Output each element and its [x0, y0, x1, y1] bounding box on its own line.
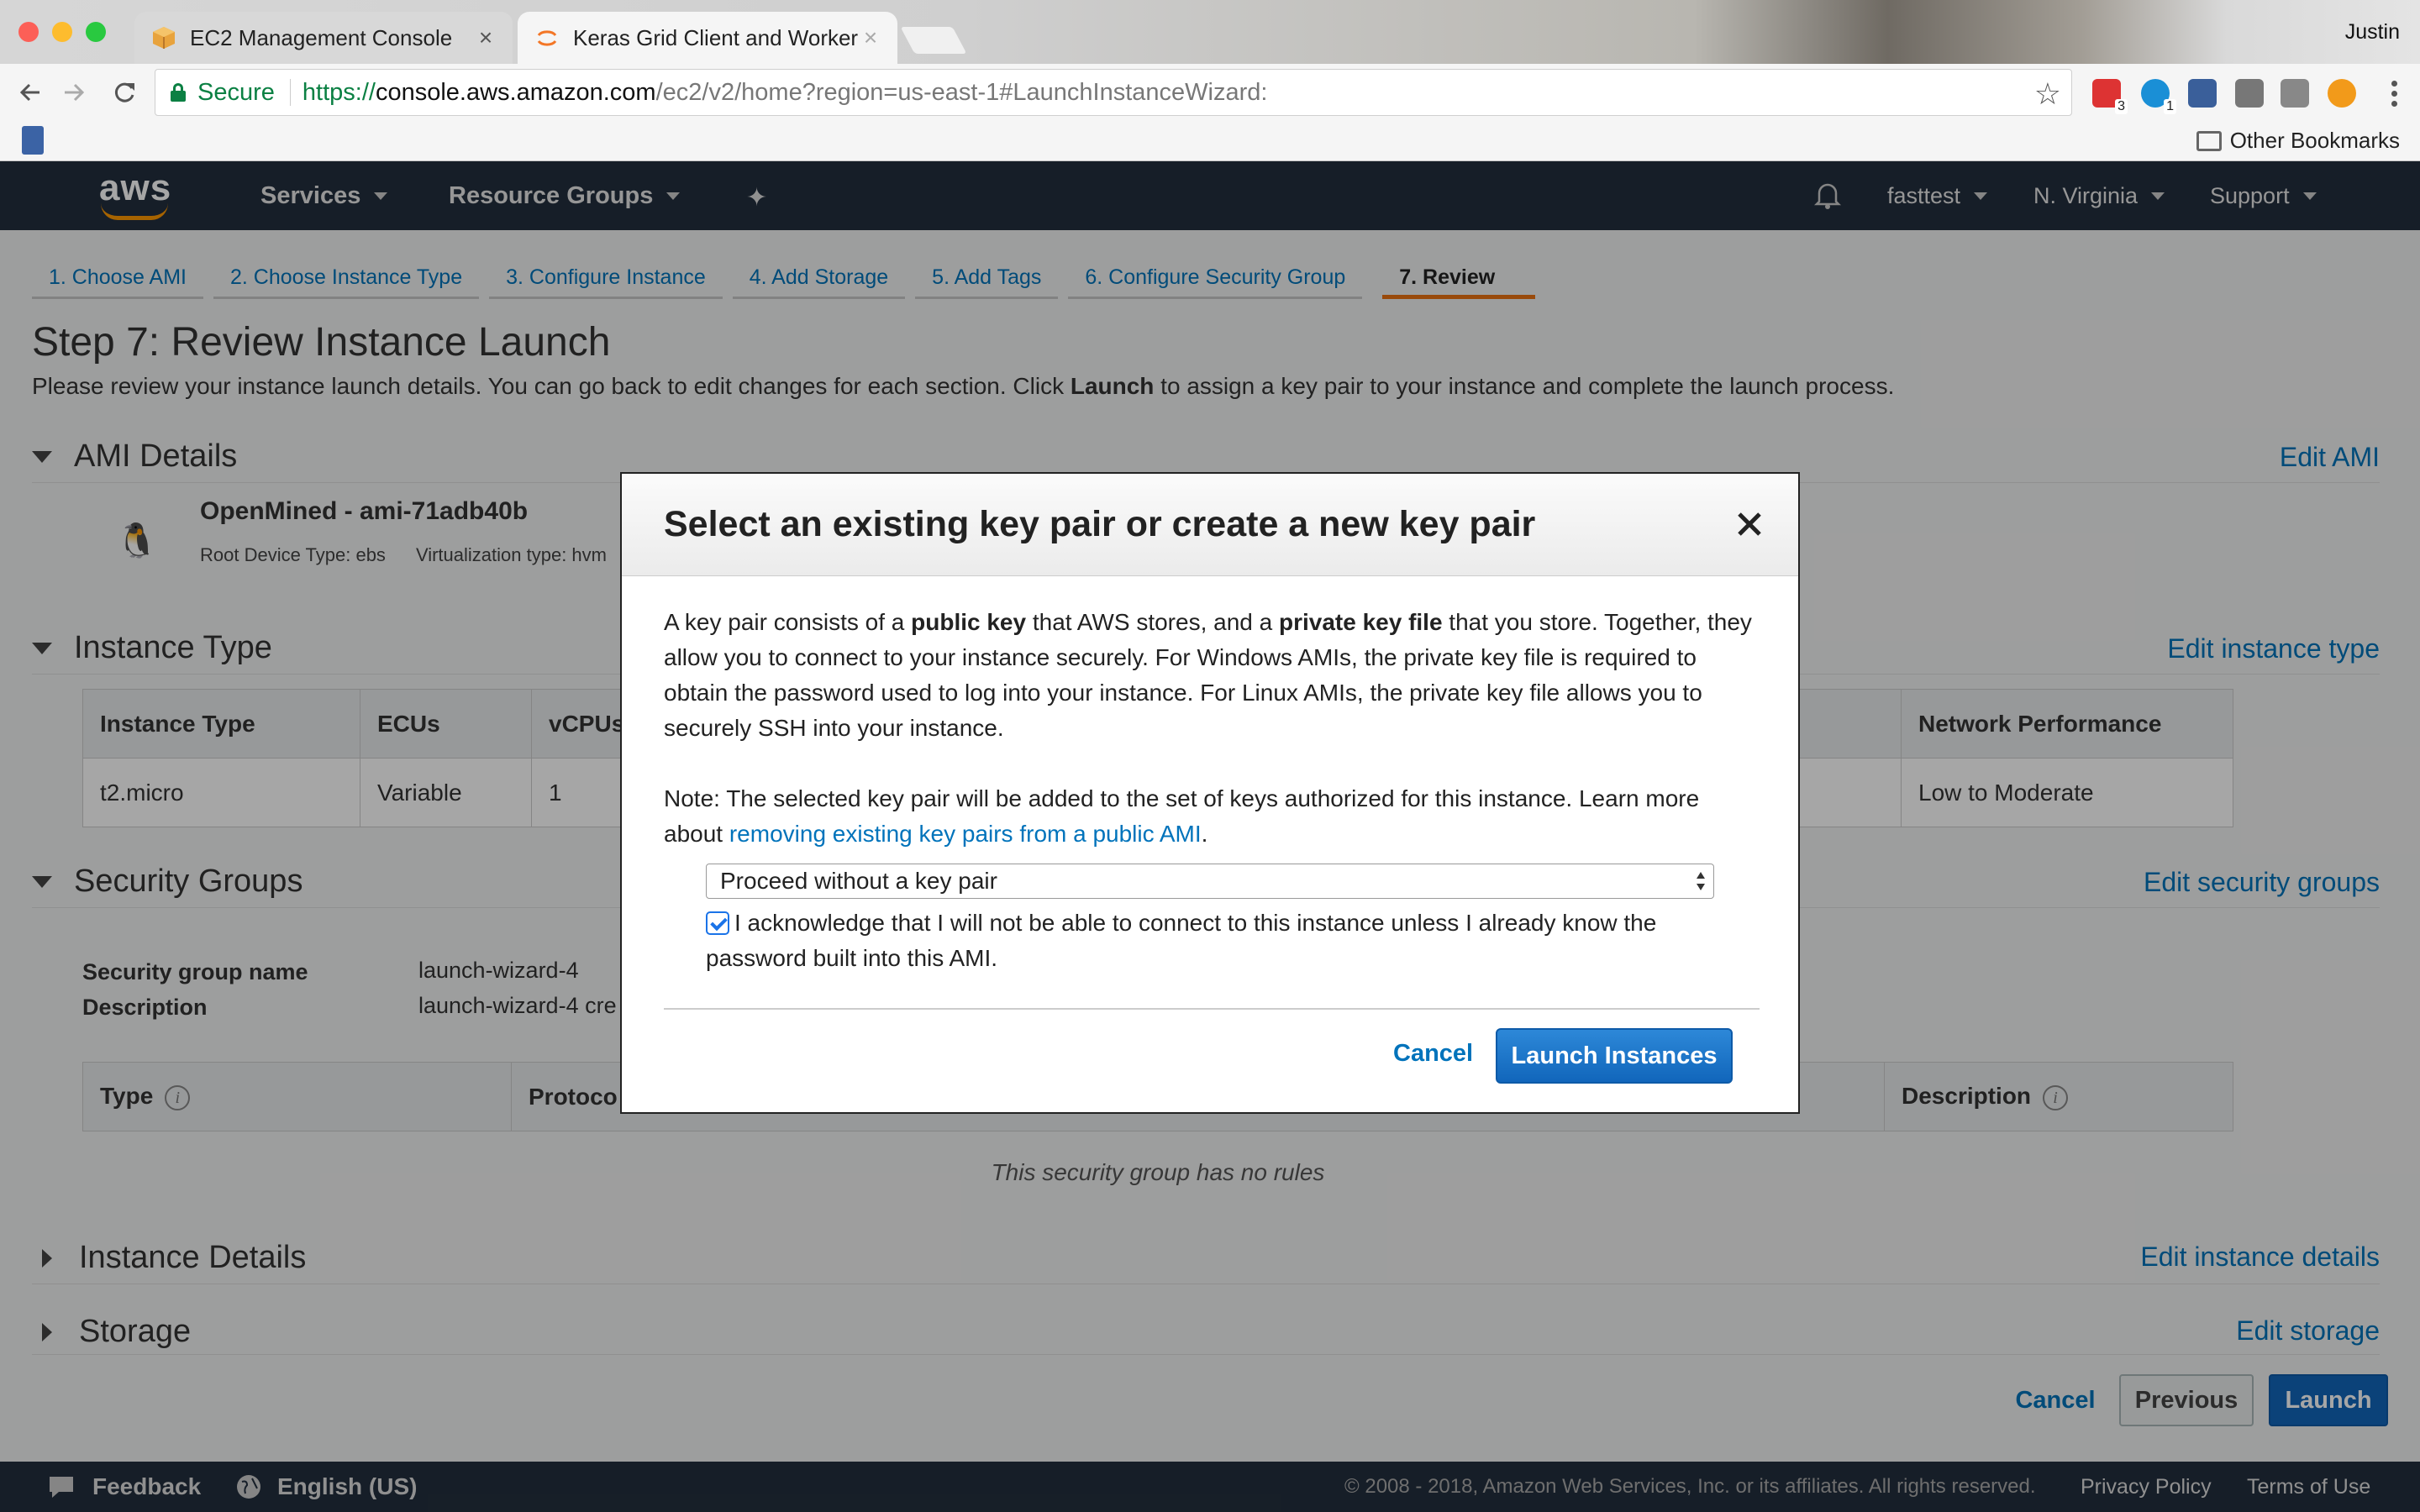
url-scheme: https:// [302, 78, 376, 106]
lock-icon [171, 83, 186, 102]
other-bookmarks[interactable]: Other Bookmarks [2196, 128, 2400, 154]
key-pair-explanation: A key pair consists of a public key that… [664, 609, 1752, 741]
close-icon[interactable] [1734, 509, 1765, 539]
extension-play-icon[interactable] [2328, 79, 2356, 108]
profile-name[interactable]: Justin [2345, 20, 2400, 45]
forward-arrow-icon[interactable] [57, 76, 91, 109]
window-minimize-button[interactable] [52, 22, 72, 42]
tab-close-icon[interactable]: × [476, 24, 496, 51]
browser-tab-keras[interactable]: Keras Grid Client and Worker × [518, 12, 897, 64]
folder-icon [2196, 130, 2222, 151]
dialog-divider [664, 1008, 1760, 1010]
url-host: console.aws.amazon.com [375, 78, 656, 106]
aws-box-icon [153, 27, 175, 49]
extension-calendar-icon[interactable]: 3 [2092, 79, 2128, 114]
browser-tab-bar: EC2 Management Console × Keras Grid Clie… [0, 0, 2420, 64]
secure-label: Secure [197, 78, 275, 106]
launch-instances-button[interactable]: Launch Instances [1496, 1028, 1733, 1084]
tab-close-icon[interactable]: × [860, 24, 881, 51]
dialog-cancel-button[interactable]: Cancel [1393, 1040, 1473, 1068]
browser-menu-icon[interactable] [2391, 81, 2398, 111]
acknowledge-label: I acknowledge that I will not be able to… [706, 910, 1657, 971]
bookmark-star-icon[interactable]: ☆ [2034, 76, 2061, 112]
tab-title: Keras Grid Client and Worker [573, 24, 859, 50]
acknowledge-row: I acknowledge that I will not be able to… [706, 906, 1714, 976]
back-arrow-icon[interactable] [13, 76, 47, 109]
extension-ghost-icon[interactable]: 1 [2141, 79, 2176, 114]
bookmark-app-icon[interactable] [22, 126, 44, 155]
dialog-header: Select an existing key pair or create a … [622, 474, 1798, 576]
dialog-title: Select an existing key pair or create a … [664, 504, 1536, 544]
reload-icon[interactable] [108, 76, 141, 109]
select-arrows-icon [1697, 872, 1705, 890]
address-bar[interactable]: Secure https:// console.aws.amazon.com /… [155, 69, 2072, 116]
jupyter-icon [537, 30, 557, 46]
browser-tab-ec2[interactable]: EC2 Management Console × [134, 12, 513, 64]
tab-title: EC2 Management Console [190, 24, 453, 50]
window-close-button[interactable] [18, 22, 39, 42]
extension-lightbulb-icon[interactable] [2235, 79, 2264, 108]
url-path: /ec2/v2/home?region=us-east-1#LaunchInst… [655, 78, 1268, 106]
dialog-body: A key pair consists of a public key that… [664, 605, 1756, 852]
window-maximize-button[interactable] [86, 22, 106, 42]
extension-chat-icon[interactable] [2281, 79, 2309, 108]
extension-notion-icon[interactable] [2188, 79, 2217, 108]
key-pair-note: Note: The selected key pair will be adde… [664, 785, 1700, 847]
bookmarks-bar: Other Bookmarks [0, 121, 2420, 161]
removing-key-pairs-link[interactable]: removing existing key pairs from a publi… [729, 821, 1202, 847]
key-pair-dialog: Select an existing key pair or create a … [620, 472, 1800, 1114]
acknowledge-checkbox[interactable] [706, 911, 729, 935]
browser-toolbar: Secure https:// console.aws.amazon.com /… [0, 64, 2420, 121]
new-tab-button[interactable] [900, 27, 967, 54]
omnibox-divider [289, 79, 291, 106]
other-bookmarks-label: Other Bookmarks [2229, 128, 2400, 153]
key-pair-select[interactable]: Proceed without a key pair [706, 864, 1714, 899]
